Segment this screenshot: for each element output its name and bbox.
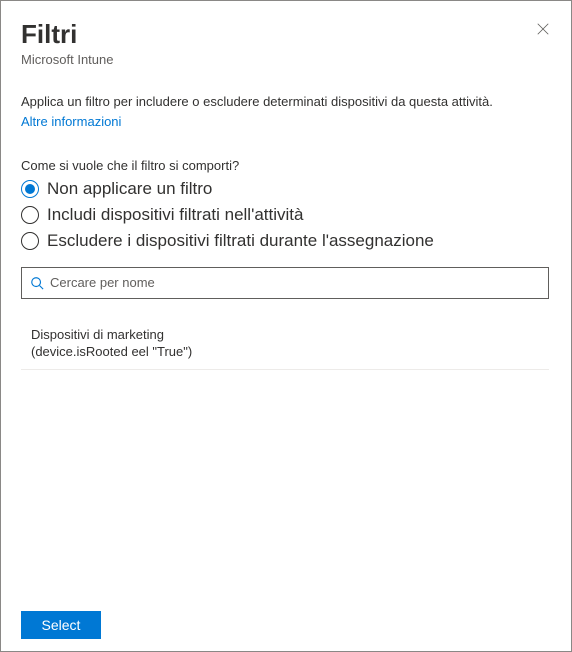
filter-panel: Filtri Microsoft Intune Applica un filtr… [0, 0, 572, 652]
list-item-rule: (device.isRooted eel "True") [31, 344, 539, 359]
radio-icon [21, 232, 39, 250]
search-icon [30, 276, 44, 290]
radio-icon [21, 206, 39, 224]
search-input[interactable] [50, 275, 540, 290]
close-icon [536, 22, 550, 36]
list-item-title: Dispositivi di marketing [31, 327, 539, 342]
spacer [21, 370, 553, 599]
behavior-question: Come si vuole che il filtro si comporti? [21, 158, 553, 173]
radio-icon [21, 180, 39, 198]
search-box[interactable] [21, 267, 549, 299]
panel-title: Filtri [21, 19, 551, 50]
radio-exclude[interactable]: Escludere i dispositivi filtrati durante… [21, 231, 553, 251]
radio-include[interactable]: Includi dispositivi filtrati nell'attivi… [21, 205, 553, 225]
panel-description: Applica un filtro per includere o esclud… [1, 75, 571, 131]
learn-more-link[interactable]: Altre informazioni [21, 113, 551, 131]
radio-label: Escludere i dispositivi filtrati durante… [47, 231, 434, 251]
filter-mode-radio-group: Non applicare un filtro Includi disposit… [21, 179, 553, 251]
radio-label: Non applicare un filtro [47, 179, 212, 199]
panel-footer: Select [1, 599, 571, 651]
panel-body: Come si vuole che il filtro si comporti?… [1, 158, 565, 599]
radio-label: Includi dispositivi filtrati nell'attivi… [47, 205, 303, 225]
filter-list: Dispositivi di marketing (device.isRoote… [21, 319, 549, 370]
list-item[interactable]: Dispositivi di marketing (device.isRoote… [21, 319, 549, 370]
radio-do-not-apply[interactable]: Non applicare un filtro [21, 179, 553, 199]
select-button[interactable]: Select [21, 611, 101, 639]
panel-subtitle: Microsoft Intune [21, 52, 551, 67]
panel-header: Filtri Microsoft Intune [1, 1, 571, 75]
close-button[interactable] [533, 19, 553, 39]
description-text: Applica un filtro per includere o esclud… [21, 94, 493, 109]
